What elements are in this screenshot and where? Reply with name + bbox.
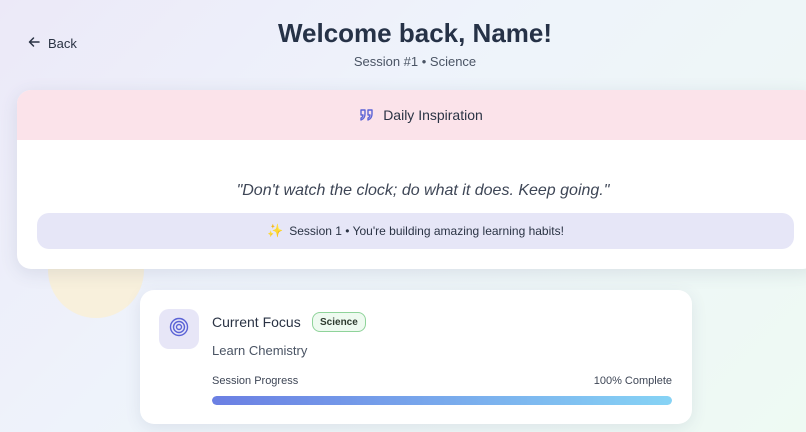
current-focus-card: Current Focus Science Learn Chemistry Se… <box>140 290 692 424</box>
sparkle-icon: ✨ <box>267 223 284 238</box>
inspiration-card: Daily Inspiration "Don't watch the clock… <box>17 90 806 269</box>
page-subtitle: Session #1 • Science <box>353 54 477 69</box>
session-message: Session 1 • You're building amazing lear… <box>289 224 564 238</box>
quote-icon <box>359 107 375 123</box>
page-title: Welcome back, Name! <box>277 18 553 48</box>
session-message-pill: ✨ Session 1 • You're building amazing le… <box>37 213 794 249</box>
target-icon-tile <box>159 309 199 349</box>
subject-badge: Science <box>312 312 366 332</box>
focus-title: Current Focus <box>212 314 301 330</box>
inspiration-header: Daily Inspiration <box>17 90 806 140</box>
inspiration-heading: Daily Inspiration <box>383 107 483 123</box>
inspiration-quote: "Don't watch the clock; do what it does.… <box>236 182 610 199</box>
progress-label: Session Progress <box>212 375 299 387</box>
progress-bar <box>212 396 672 405</box>
progress-value: 100% Complete <box>593 375 672 387</box>
progress-bar-fill <box>212 396 672 405</box>
focus-subject: Learn Chemistry <box>212 343 308 358</box>
target-icon <box>169 317 189 342</box>
